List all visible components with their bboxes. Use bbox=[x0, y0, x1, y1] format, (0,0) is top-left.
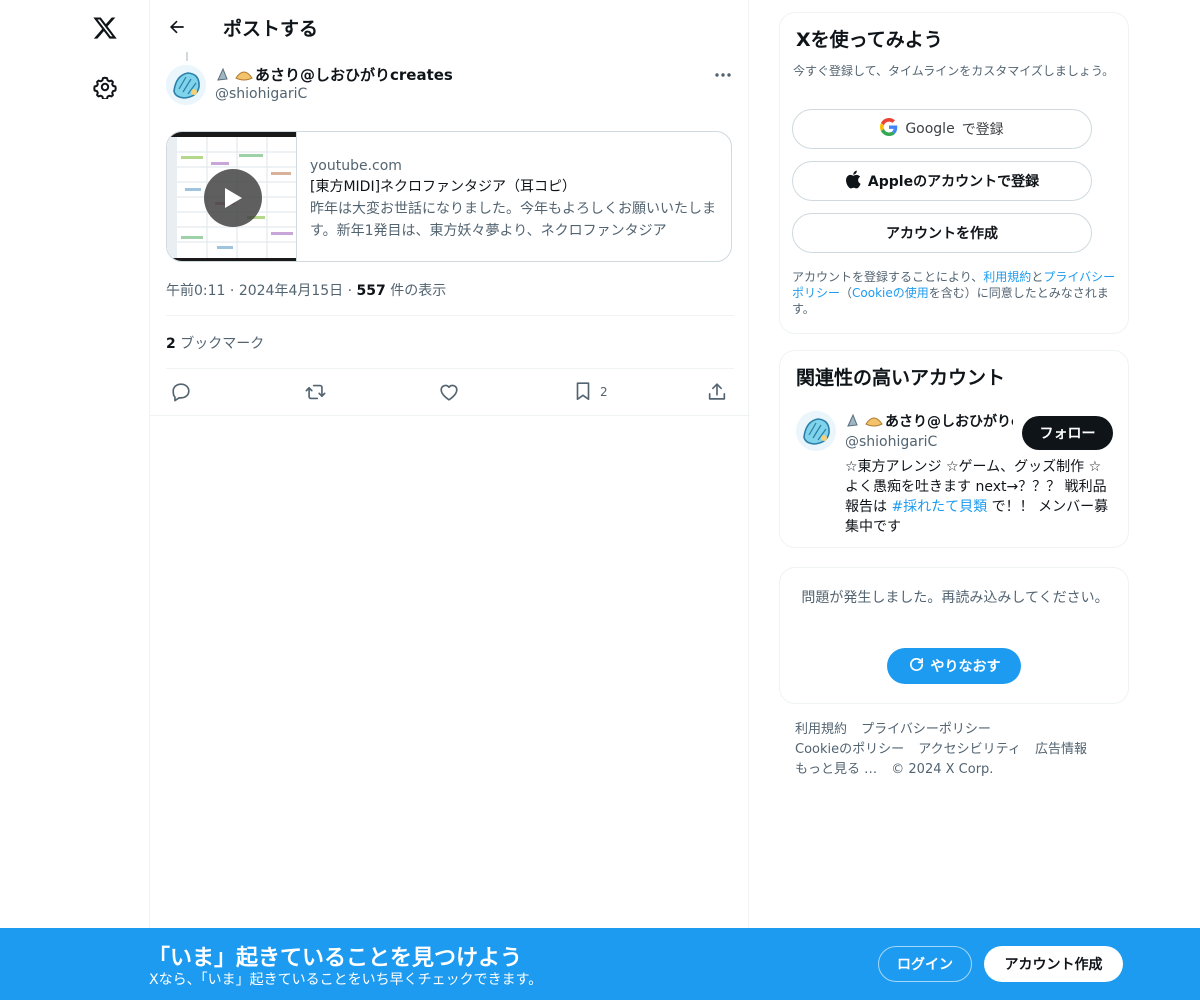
footer-terms-link[interactable]: 利用規約 bbox=[795, 722, 847, 737]
thread-line bbox=[186, 52, 188, 61]
main-column: ポストする あさり@しおひがりcreates @shiohigariC yout… bbox=[149, 0, 750, 1000]
footer-more-link[interactable]: もっと見る … bbox=[795, 762, 877, 777]
bookmark-action-count: 2 bbox=[600, 385, 608, 399]
clam-emoji-icon bbox=[865, 413, 883, 429]
left-nav bbox=[80, 0, 130, 1000]
author-name[interactable]: あさり@しおひがりcreates bbox=[215, 64, 453, 85]
gear-icon[interactable] bbox=[80, 62, 130, 112]
login-button[interactable]: ログイン bbox=[878, 946, 972, 982]
error-panel: 問題が発生しました。再読み込みしてください。 やりなおす bbox=[779, 567, 1129, 704]
bookmark-stat-label: ブックマーク bbox=[180, 336, 265, 352]
link-card[interactable]: youtube.com [東方MIDI]ネクロファンタジア（耳コピ） 昨年は大変… bbox=[166, 131, 732, 262]
signup-panel: Xを使ってみよう 今すぐ登録して、タイムラインをカスタマイズしましょう。 Goo… bbox=[779, 12, 1129, 334]
create-account-button[interactable]: アカウントを作成 bbox=[792, 213, 1092, 253]
signup-description: 今すぐ登録して、タイムラインをカスタマイズしましょう。 bbox=[793, 64, 1115, 78]
bio-hashtag-link[interactable]: #採れたて貝類 bbox=[891, 499, 987, 515]
back-arrow-icon[interactable] bbox=[160, 10, 194, 44]
card-title: [東方MIDI]ネクロファンタジア（耳コピ） bbox=[310, 179, 577, 195]
terms-link[interactable]: 利用規約 bbox=[983, 270, 1031, 284]
related-account-name-text: あさり@しおひがりcreates bbox=[885, 414, 1013, 430]
terms-prefix: アカウントを登録することにより、 bbox=[792, 270, 984, 284]
terms-paren: （ bbox=[840, 286, 853, 300]
cookie-link[interactable]: Cookieの使用 bbox=[852, 286, 929, 300]
card-description: 昨年は大変お世話になりました。今年もよろしくお願いいたします。新年1発目は、東方… bbox=[310, 201, 716, 239]
terms-text: アカウントを登録することにより、利用規約とプライバシーポリシー（Cookieの使… bbox=[792, 269, 1120, 317]
related-account-handle[interactable]: @shiohigariC bbox=[845, 434, 937, 450]
post-date[interactable]: 2024年4月15日 bbox=[239, 283, 343, 299]
footer-links: 利用規約 プライバシーポリシー Cookieのポリシー アクセシビリティ 広告情… bbox=[795, 720, 1115, 780]
footer-ads-link[interactable]: 広告情報 bbox=[1035, 742, 1087, 757]
bookmark-action[interactable]: 2 bbox=[572, 379, 608, 405]
shell-emoji-icon bbox=[215, 67, 233, 83]
apple-logo-icon bbox=[845, 170, 861, 193]
more-options-icon[interactable] bbox=[706, 64, 740, 86]
apple-signup-button[interactable]: Appleのアカウントで登録 bbox=[792, 161, 1092, 201]
play-icon[interactable] bbox=[204, 169, 262, 227]
related-accounts-panel: 関連性の高いアカウント あさり@しおひがりcreates @shiohigari… bbox=[779, 350, 1129, 548]
shell-emoji-icon bbox=[845, 413, 863, 429]
card-thumbnail bbox=[167, 132, 297, 261]
google-logo-icon bbox=[880, 118, 898, 140]
error-message: 問題が発生しました。再読み込みしてください。 bbox=[801, 590, 1109, 606]
card-text: youtube.com [東方MIDI]ネクロファンタジア（耳コピ） 昨年は大変… bbox=[310, 156, 720, 242]
related-account-bio: ☆東方アレンジ ☆ゲーム、グッズ制作 ☆よく愚痴を吐きます next→？？？ 戦… bbox=[845, 457, 1113, 537]
google-brand-text: Google bbox=[905, 121, 955, 137]
apple-signup-label: Appleのアカウントで登録 bbox=[867, 174, 1040, 190]
like-heart-icon[interactable] bbox=[438, 379, 460, 405]
banner-subtitle: Xなら、「いま」起きていることをいち早くチェックできます。 bbox=[149, 972, 543, 988]
post-meta: 午前0:11 · 2024年4月15日 · 557 件の表示 bbox=[166, 280, 446, 300]
share-icon[interactable] bbox=[706, 379, 728, 405]
avatar[interactable] bbox=[166, 65, 206, 105]
card-domain: youtube.com bbox=[310, 158, 402, 174]
footer-accessibility-link[interactable]: アクセシビリティ bbox=[918, 742, 1021, 757]
footer-privacy-link[interactable]: プライバシーポリシー bbox=[861, 722, 991, 737]
action-bar: 2 bbox=[150, 369, 750, 416]
terms-and: と bbox=[1031, 270, 1044, 284]
meta-separator: · bbox=[347, 283, 353, 299]
create-account-label: アカウントを作成 bbox=[886, 226, 998, 242]
footer-cookie-link[interactable]: Cookieのポリシー bbox=[795, 742, 904, 757]
page: ポストする あさり@しおひがりcreates @shiohigariC yout… bbox=[0, 0, 1200, 1000]
footer-copyright: © 2024 X Corp. bbox=[891, 762, 994, 777]
meta-separator: · bbox=[229, 283, 235, 299]
refresh-icon bbox=[908, 656, 925, 677]
bottom-signup-banner: 「いま」起きていることを見つけよう Xなら、「いま」起きていることをいち早くチェ… bbox=[0, 928, 1200, 1000]
related-account-name[interactable]: あさり@しおひがりcreates bbox=[845, 411, 1013, 431]
post-time[interactable]: 午前0:11 bbox=[166, 283, 225, 299]
banner-title: 「いま」起きていることを見つけよう bbox=[148, 946, 523, 971]
signup-title: Xを使ってみよう bbox=[796, 29, 943, 51]
avatar[interactable] bbox=[796, 411, 836, 451]
bookmark-stat-count: 2 bbox=[166, 336, 176, 352]
author-handle[interactable]: @shiohigariC bbox=[215, 86, 307, 102]
repost-icon[interactable] bbox=[304, 379, 327, 405]
bookmark-icon bbox=[572, 380, 594, 405]
google-signup-button[interactable]: Google で登録 bbox=[792, 109, 1092, 149]
divider bbox=[166, 315, 734, 316]
create-account-banner-button[interactable]: アカウント作成 bbox=[984, 946, 1123, 982]
retry-label: やりなおす bbox=[930, 659, 1001, 675]
retry-button[interactable]: やりなおす bbox=[887, 648, 1021, 684]
bookmark-stats[interactable]: 2 ブックマーク bbox=[166, 333, 264, 353]
view-label: 件の表示 bbox=[390, 283, 447, 299]
main-header: ポストする bbox=[150, 0, 750, 54]
follow-button[interactable]: フォロー bbox=[1022, 416, 1113, 450]
view-count: 557 bbox=[356, 283, 386, 299]
reply-icon[interactable] bbox=[170, 379, 192, 405]
x-logo-icon[interactable] bbox=[80, 3, 130, 53]
clam-emoji-icon bbox=[235, 67, 253, 83]
related-title: 関連性の高いアカウント bbox=[796, 367, 1006, 389]
google-signup-label: で登録 bbox=[961, 122, 1004, 138]
author-name-text: あさり@しおひがりcreates bbox=[255, 66, 453, 84]
page-title: ポストする bbox=[223, 18, 319, 40]
